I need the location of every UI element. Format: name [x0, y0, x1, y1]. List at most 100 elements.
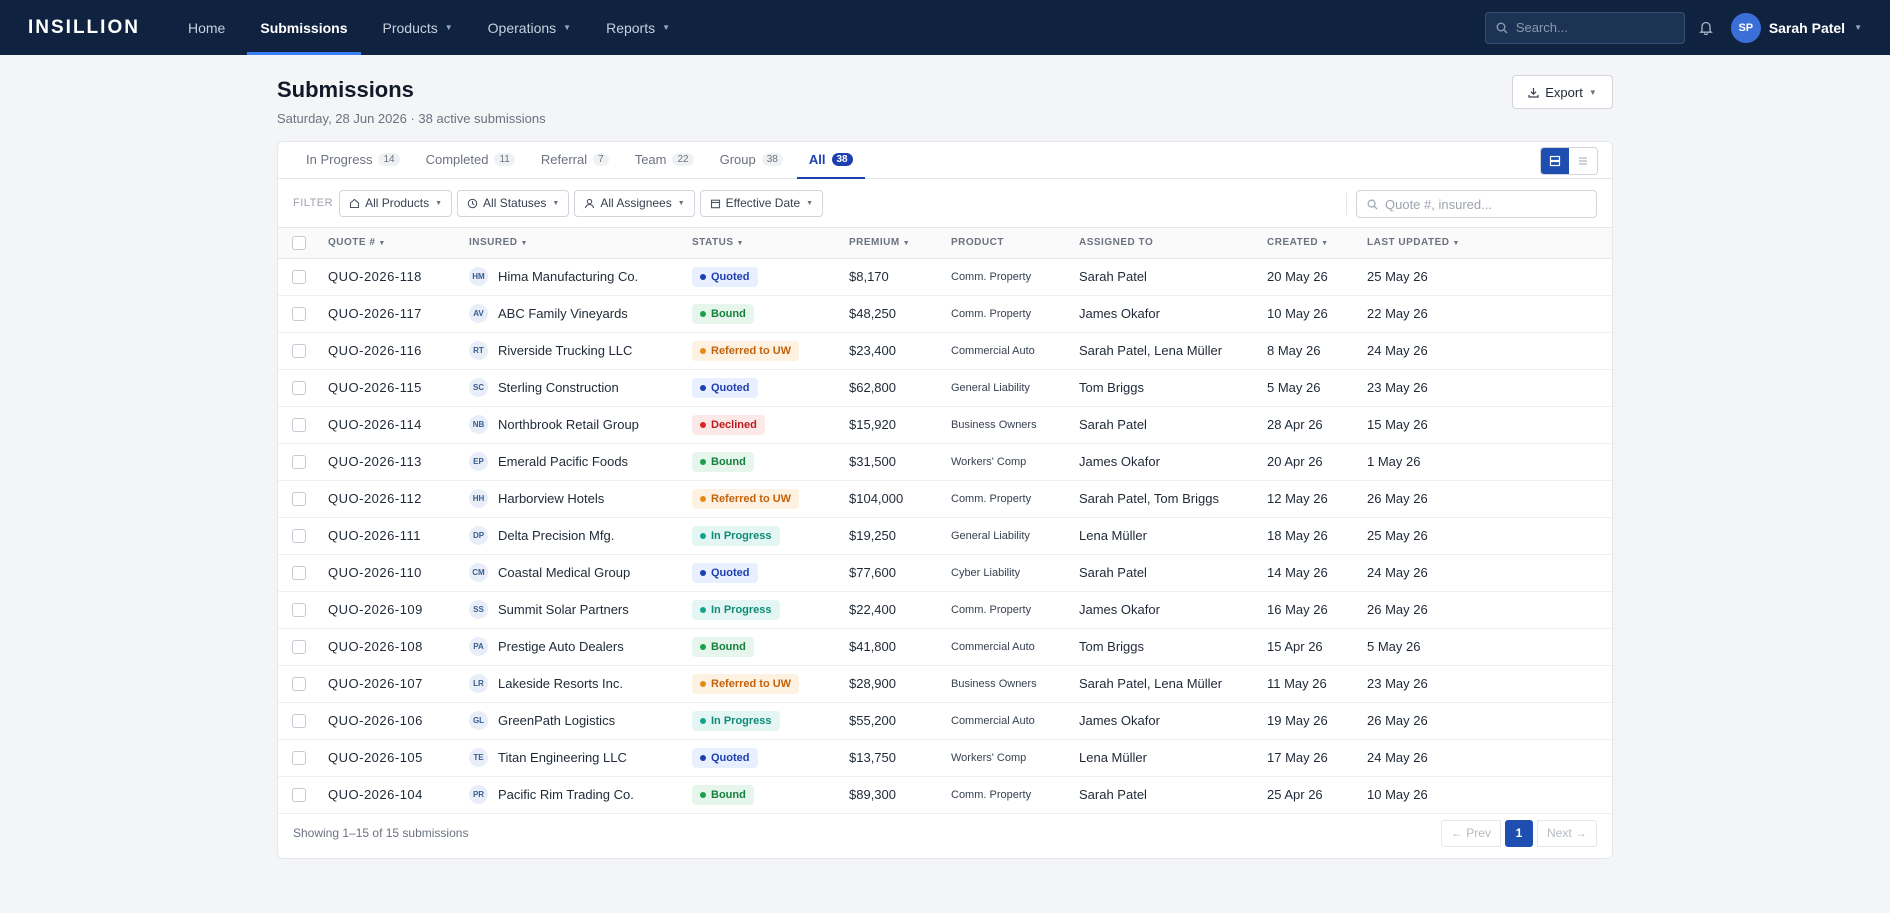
column-premium[interactable]: Premium ▼ — [849, 228, 951, 258]
page-1-button[interactable]: 1 — [1504, 819, 1533, 847]
quote-number[interactable]: QUO-2026-107 — [328, 665, 469, 702]
prev-page-button[interactable]: ← Prev — [1440, 819, 1501, 847]
quote-number[interactable]: QUO-2026-111 — [328, 517, 469, 554]
status-filter[interactable]: All Statuses ▼ — [457, 189, 570, 217]
tab-group[interactable]: Group 38 — [708, 141, 795, 178]
product-filter[interactable]: All Products ▼ — [339, 189, 453, 217]
insured-name[interactable]: Lakeside Resorts Inc. — [498, 676, 623, 691]
table-row[interactable]: QUO-2026-112 HH Harborview Hotels Referred … — [278, 480, 1612, 517]
insured-name[interactable]: Summit Solar Partners — [498, 602, 629, 617]
row-checkbox[interactable] — [292, 677, 306, 692]
tab-completed[interactable]: Completed 11 — [414, 141, 527, 178]
quote-number[interactable]: QUO-2026-118 — [328, 258, 469, 295]
insured-name[interactable]: ABC Family Vineyards — [498, 306, 628, 321]
nav-products[interactable]: Products ▼ — [370, 0, 466, 55]
insured-name[interactable]: Hima Manufacturing Co. — [498, 269, 638, 284]
table-row[interactable]: QUO-2026-108 PA Prestige Auto Dealers Bound… — [278, 628, 1612, 665]
insured-name[interactable]: Northbrook Retail Group — [498, 417, 639, 432]
table-row[interactable]: QUO-2026-105 TE Titan Engineering LLC Quote… — [278, 739, 1612, 776]
row-checkbox[interactable] — [292, 529, 306, 544]
last-updated-date: 26 May 26 — [1367, 491, 1428, 506]
row-checkbox[interactable] — [292, 714, 306, 729]
column-created[interactable]: Created ▼ — [1267, 228, 1367, 258]
row-checkbox[interactable] — [292, 751, 306, 766]
quote-number[interactable]: QUO-2026-112 — [328, 480, 469, 517]
column-status-label: Status — [692, 237, 734, 249]
column-assigned-label: Assigned To — [1079, 237, 1154, 249]
row-checkbox[interactable] — [292, 418, 306, 433]
quote-number[interactable]: QUO-2026-108 — [328, 628, 469, 665]
user-menu[interactable]: SP Sarah Patel ▼ — [1730, 12, 1862, 43]
insured-name[interactable]: Delta Precision Mfg. — [498, 528, 614, 543]
download-icon — [1528, 87, 1539, 98]
status-label: In Progress — [711, 529, 772, 542]
table-row[interactable]: QUO-2026-118 HM Hima Manufacturing Co. Quot… — [278, 258, 1612, 295]
row-checkbox[interactable] — [292, 344, 306, 359]
insured-name[interactable]: Riverside Trucking LLC — [498, 343, 632, 358]
insured-name[interactable]: Emerald Pacific Foods — [498, 454, 628, 469]
insured-name[interactable]: Sterling Construction — [498, 380, 619, 395]
nav-submissions[interactable]: Submissions — [247, 0, 361, 55]
quote-number[interactable]: QUO-2026-114 — [328, 406, 469, 443]
table-row[interactable]: QUO-2026-117 AV ABC Family Vineyards Bound $… — [278, 295, 1612, 332]
notifications-button[interactable] — [1699, 20, 1713, 35]
table-row[interactable]: QUO-2026-116 RT Riverside Trucking LLC Refe… — [278, 332, 1612, 369]
row-checkbox[interactable] — [292, 307, 306, 322]
table-row[interactable]: QUO-2026-109 SS Summit Solar Partners In Pr… — [278, 591, 1612, 628]
row-checkbox[interactable] — [292, 640, 306, 655]
insured-avatar: PA — [469, 637, 488, 656]
nav-home[interactable]: Home — [175, 0, 238, 55]
column-updated[interactable]: Last Updated ▼ — [1367, 228, 1612, 258]
date-filter[interactable]: Effective Date ▼ — [699, 189, 824, 217]
tab-in-progress[interactable]: In Progress 14 — [294, 141, 412, 178]
last-updated-date: 25 May 26 — [1367, 528, 1428, 543]
quote-number[interactable]: QUO-2026-106 — [328, 702, 469, 739]
quote-number[interactable]: QUO-2026-116 — [328, 332, 469, 369]
select-all-checkbox[interactable] — [292, 235, 306, 250]
insured-name[interactable]: Titan Engineering LLC — [498, 750, 627, 765]
card-view-button[interactable] — [1541, 148, 1569, 174]
insured-name[interactable]: Coastal Medical Group — [498, 565, 630, 580]
filter-bar: FILTER All Products ▼ All Statuses ▼ All A… — [278, 179, 1612, 228]
row-checkbox[interactable] — [292, 455, 306, 470]
table-row[interactable]: QUO-2026-111 DP Delta Precision Mfg. In Pro… — [278, 517, 1612, 554]
tab-referral[interactable]: Referral 7 — [529, 141, 621, 178]
quote-number[interactable]: QUO-2026-109 — [328, 591, 469, 628]
export-button[interactable]: Export ▼ — [1512, 75, 1613, 109]
tab-team[interactable]: Team 22 — [623, 141, 706, 178]
column-insured[interactable]: Insured ▼ — [469, 228, 692, 258]
insured-name[interactable]: GreenPath Logistics — [498, 713, 615, 728]
app-logo[interactable]: INSILLION — [28, 17, 175, 39]
insured-name[interactable]: Prestige Auto Dealers — [498, 639, 624, 654]
nav-reports[interactable]: Reports ▼ — [593, 0, 683, 55]
row-checkbox[interactable] — [292, 381, 306, 396]
insured-name[interactable]: Harborview Hotels — [498, 491, 604, 506]
table-row[interactable]: QUO-2026-110 CM Coastal Medical Group Quote… — [278, 554, 1612, 591]
column-status[interactable]: Status ▼ — [692, 228, 849, 258]
assignee-filter[interactable]: All Assignees ▼ — [574, 189, 695, 217]
nav-operations[interactable]: Operations ▼ — [475, 0, 584, 55]
table-row[interactable]: QUO-2026-113 EP Emerald Pacific Foods Bound… — [278, 443, 1612, 480]
table-row[interactable]: QUO-2026-114 NB Northbrook Retail Group Dec… — [278, 406, 1612, 443]
global-search-input[interactable]: Search... — [1484, 11, 1685, 44]
next-page-button[interactable]: Next → — [1536, 819, 1597, 847]
row-checkbox[interactable] — [292, 566, 306, 581]
quote-number[interactable]: QUO-2026-110 — [328, 554, 469, 591]
table-row[interactable]: QUO-2026-115 SC Sterling Construction Quote… — [278, 369, 1612, 406]
quote-number[interactable]: QUO-2026-105 — [328, 739, 469, 776]
insured-name[interactable]: Pacific Rim Trading Co. — [498, 787, 634, 802]
table-row[interactable]: QUO-2026-106 GL GreenPath Logistics In Prog… — [278, 702, 1612, 739]
column-quote[interactable]: Quote # ▼ — [328, 228, 469, 258]
table-row[interactable]: QUO-2026-107 LR Lakeside Resorts Inc. Refer… — [278, 665, 1612, 702]
row-checkbox[interactable] — [292, 788, 306, 803]
row-checkbox[interactable] — [292, 270, 306, 285]
quote-number[interactable]: QUO-2026-113 — [328, 443, 469, 480]
premium: $41,800 — [849, 639, 896, 654]
quote-number[interactable]: QUO-2026-115 — [328, 369, 469, 406]
row-checkbox[interactable] — [292, 603, 306, 618]
tab-all[interactable]: All 38 — [796, 141, 865, 179]
list-view-button[interactable] — [1569, 148, 1597, 174]
row-checkbox[interactable] — [292, 492, 306, 507]
table-search-input[interactable]: Quote #, insured... — [1356, 190, 1597, 218]
quote-number[interactable]: QUO-2026-117 — [328, 295, 469, 332]
